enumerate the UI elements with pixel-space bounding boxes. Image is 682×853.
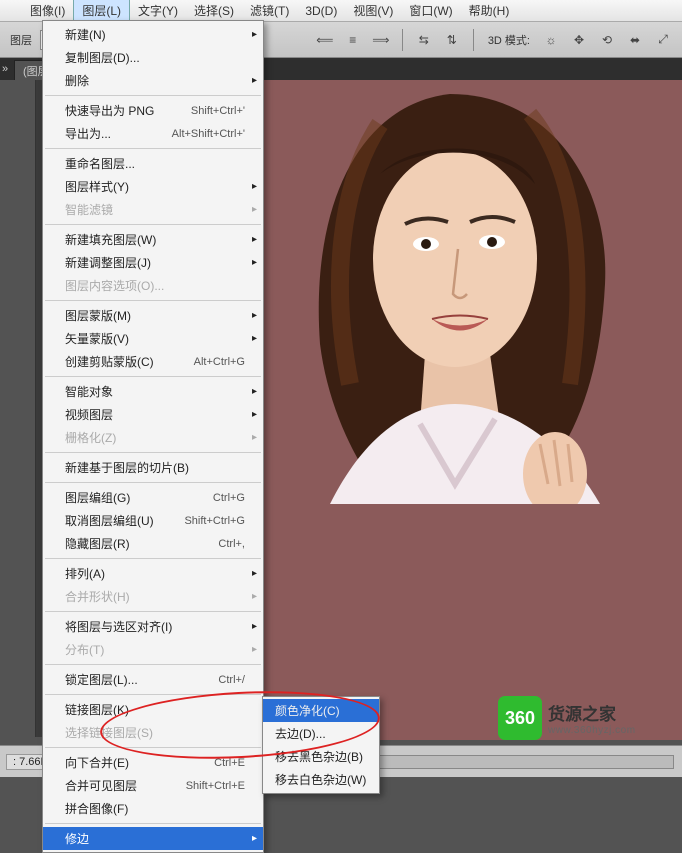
menu-new[interactable]: 新建(N) [43, 23, 263, 46]
menu-distribute: 分布(T) [43, 638, 263, 661]
watermark-logo: 360 货源之家 www.360hyzj.com [498, 695, 678, 741]
watermark-url: www.360hyzj.com [548, 725, 636, 736]
menu-arrange[interactable]: 排列(A) [43, 562, 263, 585]
align-right-icon[interactable]: ⟹ [370, 29, 392, 51]
menubar: 图像(I) 图层(L) 文字(Y) 选择(S) 滤镜(T) 3D(D) 视图(V… [0, 0, 682, 22]
distribute-h-icon[interactable]: ⇆ [413, 29, 435, 51]
menu-select-linked-layers: 选择链接图层(S) [43, 721, 263, 744]
menu-delete[interactable]: 删除 [43, 69, 263, 92]
toolbar-label-layer: 图层 [6, 32, 36, 48]
menu-quick-export-png[interactable]: 快速导出为 PNGShift+Ctrl+' [43, 99, 263, 122]
menu-ungroup-layers[interactable]: 取消图层编组(U)Shift+Ctrl+G [43, 509, 263, 532]
menu-smart-filter: 智能滤镜 [43, 198, 263, 221]
tab-scroll-icon[interactable]: » [0, 63, 14, 75]
menu-matting[interactable]: 修边 [43, 827, 263, 850]
submenu-remove-white-matte[interactable]: 移去白色杂边(W) [263, 768, 379, 791]
watermark-title: 货源之家 [548, 700, 636, 725]
menu-select[interactable]: 选择(S) [186, 0, 242, 22]
menu-window[interactable]: 窗口(W) [401, 0, 460, 22]
menu-layer-style[interactable]: 图层样式(Y) [43, 175, 263, 198]
submenu-remove-black-matte[interactable]: 移去黑色杂边(B) [263, 745, 379, 768]
layer-menu: 新建(N) 复制图层(D)... 删除 快速导出为 PNGShift+Ctrl+… [42, 20, 264, 853]
menu-image[interactable]: 图像(I) [22, 0, 73, 22]
distribute-v-icon[interactable]: ⇅ [441, 29, 463, 51]
menu-rasterize: 栅格化(Z) [43, 426, 263, 449]
portrait-image [270, 84, 630, 504]
menu-video-layers[interactable]: 视频图层 [43, 403, 263, 426]
menu-help[interactable]: 帮助(H) [461, 0, 518, 22]
menu-layer-mask[interactable]: 图层蒙版(M) [43, 304, 263, 327]
menu-create-clipping-mask[interactable]: 创建剪贴蒙版(C)Alt+Ctrl+G [43, 350, 263, 373]
menu-hide-layers[interactable]: 隐藏图层(R)Ctrl+, [43, 532, 263, 555]
menu-new-fill-layer[interactable]: 新建填充图层(W) [43, 228, 263, 251]
menu-vector-mask[interactable]: 矢量蒙版(V) [43, 327, 263, 350]
menu-smart-objects[interactable]: 智能对象 [43, 380, 263, 403]
menu-type[interactable]: 文字(Y) [130, 0, 186, 22]
menu-group-layers[interactable]: 图层编组(G)Ctrl+G [43, 486, 263, 509]
menu-link-layers[interactable]: 链接图层(K) [43, 698, 263, 721]
tool-dock [0, 80, 36, 737]
menu-layer-content-options: 图层内容选项(O)... [43, 274, 263, 297]
3d-scale-icon[interactable]: ⤢ [652, 29, 674, 51]
menu-view[interactable]: 视图(V) [345, 0, 401, 22]
menu-flatten-image[interactable]: 拼合图像(F) [43, 797, 263, 820]
menu-align-to-selection[interactable]: 将图层与选区对齐(I) [43, 615, 263, 638]
3d-slide-icon[interactable]: ⬌ [624, 29, 646, 51]
menu-merge-visible[interactable]: 合并可见图层Shift+Ctrl+E [43, 774, 263, 797]
watermark-badge: 360 [498, 696, 542, 740]
submenu-color-decontaminate: 颜色净化(C) [263, 699, 379, 722]
menu-export-as[interactable]: 导出为...Alt+Shift+Ctrl+' [43, 122, 263, 145]
submenu-defringe[interactable]: 去边(D)... [263, 722, 379, 745]
menu-combine-shapes: 合并形状(H) [43, 585, 263, 608]
menu-new-layer-based-slice[interactable]: 新建基于图层的切片(B) [43, 456, 263, 479]
menu-duplicate-layer[interactable]: 复制图层(D)... [43, 46, 263, 69]
menu-rename-layer[interactable]: 重命名图层... [43, 152, 263, 175]
menu-lock-layers[interactable]: 锁定图层(L)...Ctrl+/ [43, 668, 263, 691]
menu-new-adjustment-layer[interactable]: 新建调整图层(J) [43, 251, 263, 274]
3d-pan-icon[interactable]: ✥ [568, 29, 590, 51]
3d-orbit-icon[interactable]: ☼ [540, 29, 562, 51]
menu-3d[interactable]: 3D(D) [297, 1, 345, 21]
menu-merge-down[interactable]: 向下合并(E)Ctrl+E [43, 751, 263, 774]
align-hcenter-icon[interactable]: ≡ [342, 29, 364, 51]
matting-submenu: 颜色净化(C) 去边(D)... 移去黑色杂边(B) 移去白色杂边(W) [262, 696, 380, 794]
3d-roll-icon[interactable]: ⟲ [596, 29, 618, 51]
menu-filter[interactable]: 滤镜(T) [242, 0, 297, 22]
toolbar-3dmode-label: 3D 模式: [484, 32, 534, 48]
align-left-icon[interactable]: ⟸ [314, 29, 336, 51]
